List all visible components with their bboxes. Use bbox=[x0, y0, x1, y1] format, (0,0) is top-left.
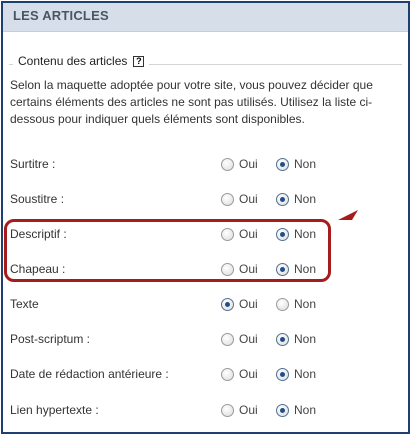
option-row: Post-scriptum : Oui Non bbox=[3, 330, 408, 350]
radio-button-oui[interactable] bbox=[221, 297, 234, 311]
radio-option-non[interactable]: Non bbox=[276, 192, 316, 206]
radio-label-non: Non bbox=[294, 192, 317, 206]
radio-option-non[interactable]: Non bbox=[276, 403, 316, 417]
radio-button-non[interactable] bbox=[276, 367, 289, 381]
panel-title: LES ARTICLES bbox=[13, 8, 109, 23]
option-row: Soustitre : Oui Non bbox=[3, 190, 408, 210]
radio-option-oui[interactable]: Oui bbox=[221, 192, 258, 206]
radio-label-oui: Oui bbox=[239, 332, 258, 346]
radio-option-oui[interactable]: Oui bbox=[221, 403, 258, 417]
radio-label-oui: Oui bbox=[239, 157, 258, 171]
radio-label-non: Non bbox=[294, 403, 317, 417]
annotation-arrow-icon bbox=[338, 210, 358, 220]
radio-option-non[interactable]: Non bbox=[276, 332, 316, 346]
radio-button-non[interactable] bbox=[276, 157, 289, 171]
option-row: Surtitre : Oui Non bbox=[3, 155, 408, 175]
option-row-label: Soustitre : bbox=[10, 192, 65, 206]
radio-button-oui[interactable] bbox=[221, 157, 234, 171]
legend-label: Contenu des articles bbox=[18, 54, 128, 68]
radio-option-oui[interactable]: Oui bbox=[221, 157, 258, 171]
radio-option-oui[interactable]: Oui bbox=[221, 332, 258, 346]
radio-option-oui[interactable]: Oui bbox=[221, 297, 258, 311]
option-row-label: Surtitre : bbox=[10, 157, 56, 171]
radio-option-non[interactable]: Non bbox=[276, 297, 316, 311]
radio-button-non[interactable] bbox=[276, 192, 289, 206]
radio-button-non[interactable] bbox=[276, 297, 289, 311]
annotation-highlight-box bbox=[4, 219, 331, 282]
help-icon[interactable]: ? bbox=[133, 55, 145, 67]
option-row-label: Lien hypertexte : bbox=[10, 403, 99, 417]
articles-panel: LES ARTICLES Contenu des articles ? Selo… bbox=[1, 1, 410, 434]
radio-label-non: Non bbox=[294, 157, 317, 171]
radio-label-oui: Oui bbox=[239, 192, 258, 206]
radio-label-non: Non bbox=[294, 367, 317, 381]
fieldset-legend: Contenu des articles ? bbox=[13, 54, 150, 68]
radio-button-oui[interactable] bbox=[221, 367, 234, 381]
option-row: Lien hypertexte : Oui Non bbox=[3, 401, 408, 421]
intro-text: Selon la maquette adoptée pour votre sit… bbox=[10, 78, 373, 126]
radio-label-oui: Oui bbox=[239, 297, 258, 311]
panel-header: LES ARTICLES bbox=[3, 3, 408, 32]
radio-option-non[interactable]: Non bbox=[276, 367, 316, 381]
option-row-label: Date de rédaction antérieure : bbox=[10, 367, 169, 381]
option-row: Date de rédaction antérieure : Oui Non bbox=[3, 365, 408, 385]
option-row: Texte Oui Non bbox=[3, 295, 408, 315]
radio-label-oui: Oui bbox=[239, 403, 258, 417]
radio-button-non[interactable] bbox=[276, 403, 289, 417]
radio-button-oui[interactable] bbox=[221, 332, 234, 346]
radio-button-oui[interactable] bbox=[221, 403, 234, 417]
option-row-label: Post-scriptum : bbox=[10, 332, 91, 346]
radio-button-non[interactable] bbox=[276, 332, 289, 346]
radio-label-non: Non bbox=[294, 297, 317, 311]
option-row-label: Texte bbox=[10, 297, 39, 311]
radio-option-oui[interactable]: Oui bbox=[221, 367, 258, 381]
radio-label-oui: Oui bbox=[239, 367, 258, 381]
radio-option-non[interactable]: Non bbox=[276, 157, 316, 171]
radio-button-oui[interactable] bbox=[221, 192, 234, 206]
radio-label-non: Non bbox=[294, 332, 317, 346]
